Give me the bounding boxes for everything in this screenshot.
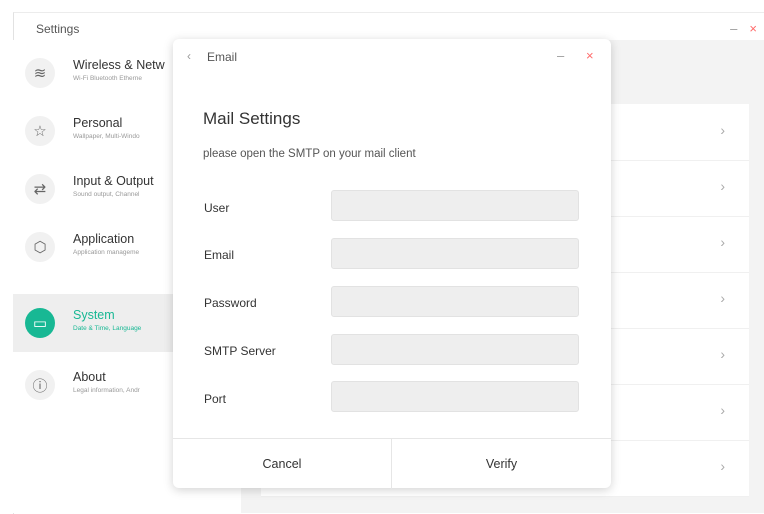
user-label: User	[204, 201, 230, 215]
sidebar-item-subtitle: Wi-Fi Bluetooth Etherne	[73, 75, 143, 82]
user-field[interactable]	[331, 190, 579, 221]
smtp-server-field[interactable]	[331, 334, 579, 365]
email-field[interactable]	[331, 238, 579, 269]
chevron-right-icon: ›	[720, 122, 725, 138]
smtp-server-label: SMTP Server	[204, 344, 276, 358]
verify-button[interactable]: Verify	[392, 439, 611, 489]
chevron-right-icon: ›	[720, 290, 725, 306]
password-label: Password	[204, 296, 257, 310]
email-dialog: ‹ Email – × Mail Settings please open th…	[173, 39, 611, 489]
chevron-right-icon: ›	[720, 178, 725, 194]
sidebar-item-subtitle: Application manageme	[73, 249, 140, 256]
minimize-icon[interactable]: –	[557, 48, 564, 63]
wifi-icon: ≋	[25, 58, 55, 88]
star-icon: ☆	[25, 116, 55, 146]
sidebar-item-subtitle: Wallpaper, Multi-Windo	[73, 133, 140, 140]
sidebar-item-title: About	[73, 370, 106, 384]
chevron-right-icon: ›	[720, 346, 725, 362]
sidebar-item-subtitle: Legal information, Andr	[73, 387, 140, 394]
port-field[interactable]	[331, 381, 579, 412]
chevron-right-icon: ›	[720, 234, 725, 250]
minimize-icon[interactable]: –	[730, 21, 737, 36]
top-strip	[0, 0, 764, 12]
sidebar-item-subtitle: Sound output, Channel	[73, 191, 140, 198]
sidebar-item-title: System	[73, 308, 115, 322]
email-label: Email	[204, 248, 235, 262]
window-title: Settings	[36, 22, 80, 36]
chevron-right-icon: ›	[720, 458, 725, 474]
close-icon[interactable]: ×	[749, 21, 757, 36]
password-field[interactable]	[331, 286, 579, 317]
monitor-icon: ▭	[25, 308, 55, 338]
cancel-button[interactable]: Cancel	[173, 439, 392, 489]
close-icon[interactable]: ×	[586, 48, 594, 63]
swap-arrows-icon: ⇄	[25, 174, 55, 204]
dialog-title: Email	[207, 50, 238, 64]
smtp-hint: please open the SMTP on your mail client	[203, 148, 416, 160]
info-icon: ⓘ	[25, 370, 55, 400]
sidebar-item-title: Input & Output	[73, 174, 154, 188]
window-controls: – ×	[730, 21, 757, 36]
sidebar-item-title: Application	[73, 232, 135, 246]
dialog-footer: Cancel Verify	[173, 438, 611, 489]
mail-settings-heading: Mail Settings	[203, 109, 301, 128]
sidebar-item-title: Wireless & Netw	[73, 58, 165, 72]
sidebar-item-title: Personal	[73, 116, 123, 130]
chevron-right-icon: ›	[720, 402, 725, 418]
dialog-header: ‹ Email – ×	[173, 39, 611, 75]
sidebar-item-subtitle: Date & Time, Language	[73, 325, 142, 332]
back-chevron-icon[interactable]: ‹	[187, 49, 191, 63]
port-label: Port	[204, 392, 227, 406]
app-cube-icon: ⬡	[25, 232, 55, 262]
